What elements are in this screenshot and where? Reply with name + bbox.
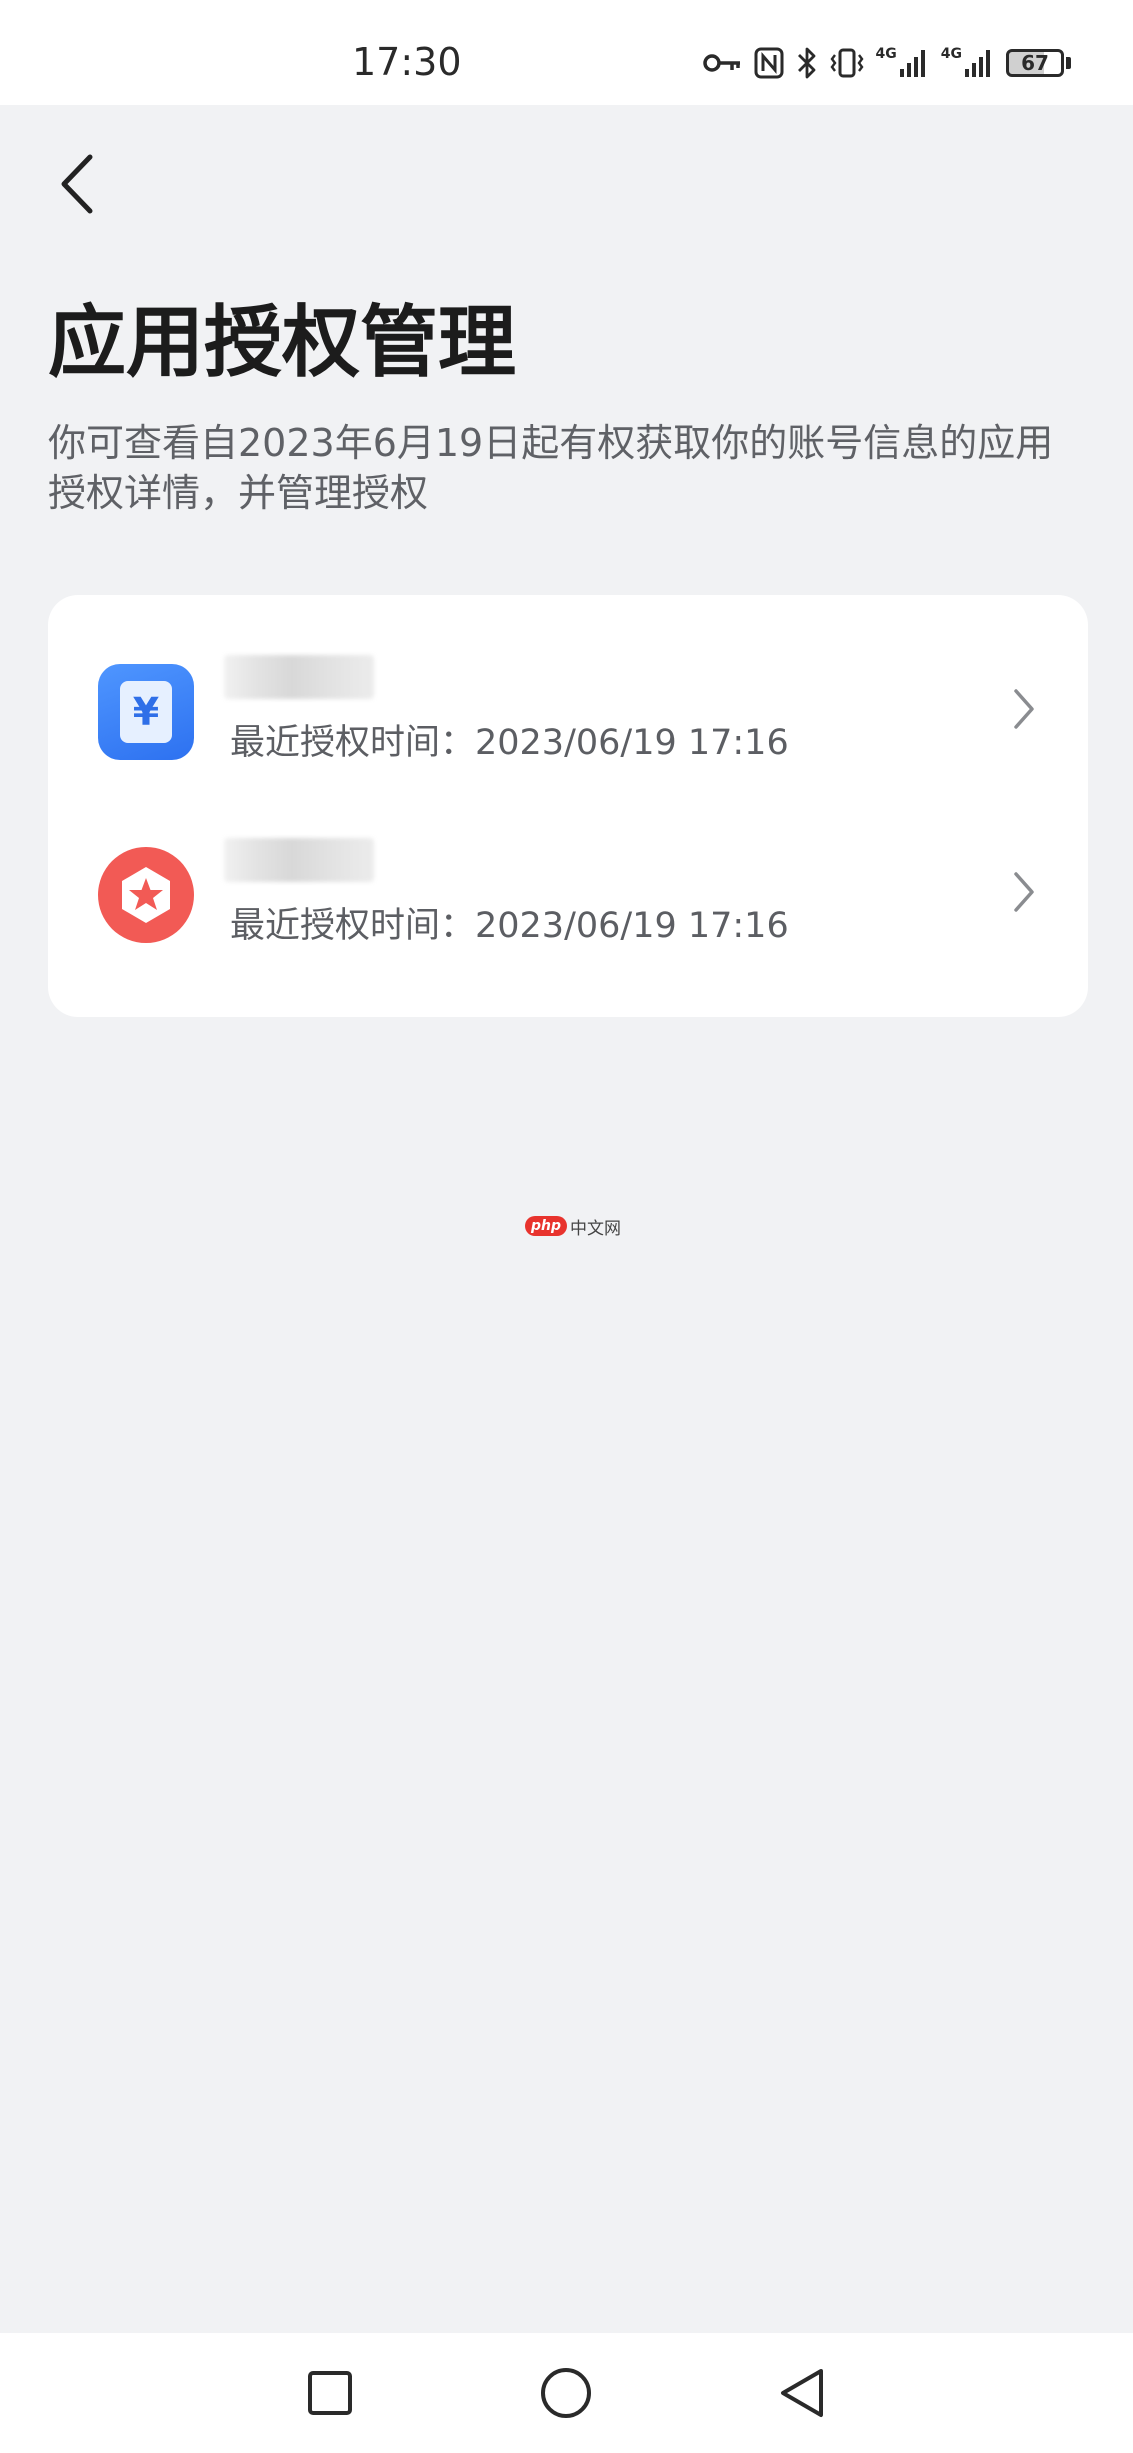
circle-icon [541,2368,591,2418]
bluetooth-icon [797,47,815,79]
app-list-item[interactable]: 最近授权时间：2023/06/19 17:16 [48,802,1088,984]
key-icon [702,54,740,72]
app-last-auth-time: 最近授权时间：2023/06/19 17:16 [230,906,789,946]
network-label: 4G [875,46,897,62]
status-icons: 4G 4G 67 [702,40,1071,86]
back-button[interactable] [48,148,104,220]
status-bar: 17:30 4G 4G 67 [0,0,1133,105]
navigation-bar [0,2333,1133,2453]
status-time: 17:30 [352,40,462,84]
page-title: 应用授权管理 [48,298,517,388]
signal-icon: 4G [876,47,929,79]
watermark-badge: php [525,1216,568,1236]
app-last-auth-time: 最近授权时间：2023/06/19 17:16 [230,723,789,763]
watermark: php 中文网 [525,1212,621,1240]
nav-back-button[interactable] [760,2351,844,2435]
chevron-right-icon [1014,872,1034,912]
recent-apps-button[interactable] [288,2351,372,2435]
triangle-back-icon [781,2369,823,2417]
page-description: 你可查看自2023年6月19日起有权获取你的账号信息的应用授权详情，并管理授权 [48,421,1054,515]
chevron-left-icon [61,154,93,214]
app-name-redacted [224,655,374,699]
nfc-icon [754,47,784,79]
vibrate-icon [830,48,864,78]
chevron-right-icon [1014,689,1034,729]
wallet-icon: ¥ [98,664,194,760]
signal-icon: 4G [941,47,994,79]
battery-icon: 67 [1006,49,1071,77]
app-icon-glyph: ¥ [120,681,172,743]
home-button[interactable] [524,2351,608,2435]
watermark-text: 中文网 [570,1218,622,1239]
app-name-redacted [224,838,374,882]
network-label: 4G [940,46,962,62]
app-list-item[interactable]: ¥ 最近授权时间：2023/06/19 17:16 [48,619,1088,801]
battery-level: 67 [1006,49,1064,77]
star-badge-icon [98,847,194,943]
square-icon [308,2371,352,2415]
app-list-card: ¥ 最近授权时间：2023/06/19 17:16 最近授权时间：2023/06… [48,595,1088,1017]
